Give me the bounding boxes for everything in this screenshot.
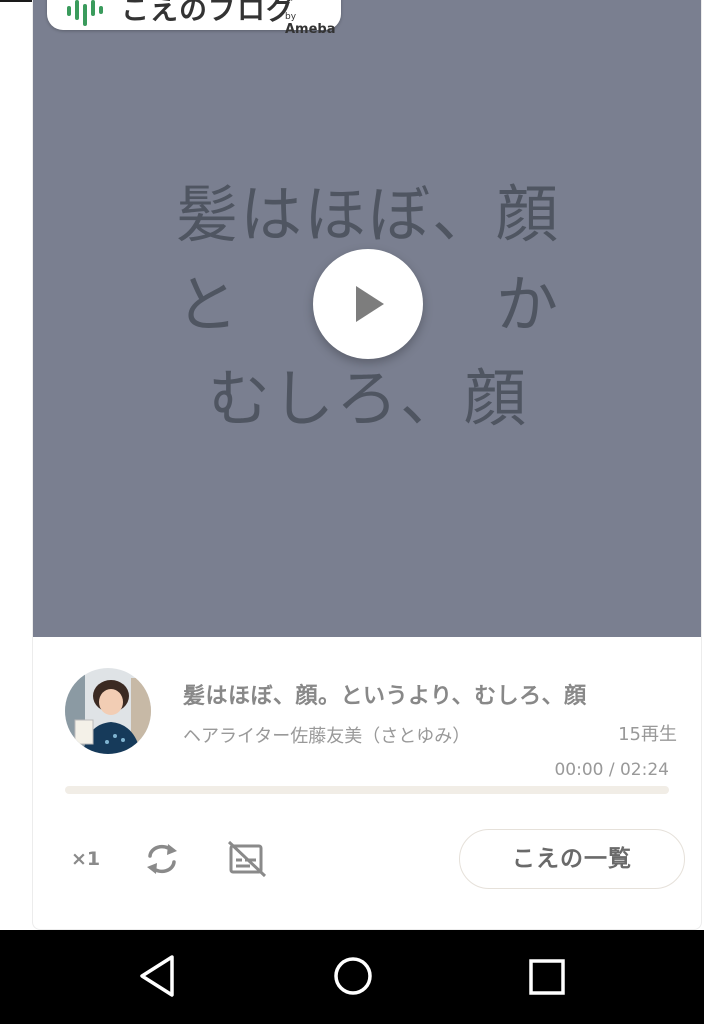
episode-title: 髪はほぼ、顔。というより、むしろ、顔 [183, 684, 587, 709]
author-name[interactable]: ヘアライター佐藤友美（さとゆみ） [183, 722, 470, 748]
progress-bar[interactable] [65, 786, 669, 794]
voice-blog-player-card: こえのブログ by Ameba 髪はほぼ、顔 と か むしろ、顔 髪はほぼ、顔。… [32, 0, 702, 930]
voice-list-button[interactable]: こえの一覧 [459, 829, 685, 889]
recent-apps-square-icon[interactable] [528, 958, 566, 996]
page: こえのブログ by Ameba 髪はほぼ、顔 と か むしろ、顔 髪はほぼ、顔。… [0, 0, 704, 1024]
repeat-button[interactable] [141, 838, 183, 880]
video-area[interactable]: こえのブログ by Ameba 髪はほぼ、顔 と か むしろ、顔 [33, 0, 701, 637]
logo-brand-text: Ameba [285, 22, 336, 37]
video-overlay-line-3: むしろ、顔 [207, 362, 528, 435]
voice-wave-logo-icon [67, 0, 103, 26]
koe-no-blog-logo: こえのブログ by Ameba [47, 0, 341, 37]
play-button[interactable] [313, 249, 423, 359]
playback-speed-button[interactable]: ×1 [71, 848, 100, 870]
logo-by-ameba: by Ameba [285, 12, 341, 37]
time-readout: 00:00 / 02:24 [554, 760, 669, 780]
subtitles-off-icon [227, 840, 267, 878]
avatar-photo [65, 668, 151, 754]
logo-by-text: by [285, 12, 297, 22]
back-triangle-icon[interactable] [136, 953, 178, 999]
author-avatar[interactable] [65, 668, 151, 754]
logo-text: こえのブログ [121, 0, 296, 26]
repeat-icon [147, 844, 177, 874]
subtitles-toggle-button[interactable] [225, 838, 269, 880]
video-overlay-line-1: 髪はほぼ、顔 [175, 178, 560, 251]
home-circle-icon[interactable] [332, 955, 374, 997]
play-count: 15再生 [618, 724, 677, 745]
play-icon [356, 286, 384, 322]
